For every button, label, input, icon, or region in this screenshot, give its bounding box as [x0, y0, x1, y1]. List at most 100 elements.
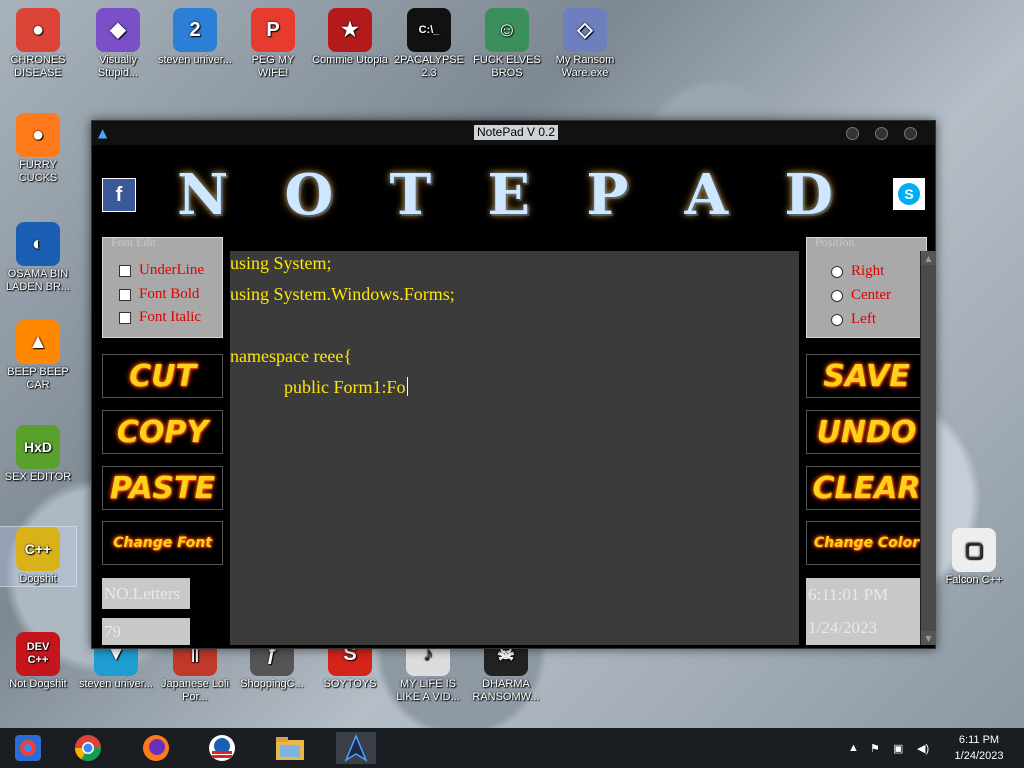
desktop-icon-image: ☺: [485, 8, 529, 52]
right-radio[interactable]: Right: [831, 263, 884, 280]
notepad-window: ▲ NotePad V 0.2 f N O T E P A D S Font E…: [91, 120, 936, 649]
desktop-icon-label: PEG MY WIFE!: [251, 54, 295, 79]
desktop-icon-label: SOYTOYS: [323, 678, 377, 690]
firefox-taskbar-icon[interactable]: [136, 732, 176, 764]
desktop-icon-label: steven univer...: [158, 54, 232, 66]
change-font-button[interactable]: Change Font: [102, 521, 223, 565]
italic-checkbox[interactable]: Font Italic: [119, 309, 201, 326]
start-button[interactable]: [8, 732, 48, 764]
change-color-button[interactable]: Change Color: [806, 521, 927, 565]
banner-letter: O: [284, 162, 336, 228]
desktop-icon[interactable]: DEV C++ Not Dogshit: [0, 632, 76, 691]
scroll-up-icon[interactable]: ▲: [921, 251, 936, 265]
taskbar-time: 6:11 PM: [958, 734, 1000, 746]
desktop-icon-image: ▲: [16, 320, 60, 364]
desktop-icon[interactable]: ◐ OSAMA BIN LADEN BR...: [0, 222, 76, 294]
banner-letter: N: [177, 162, 231, 228]
editor-line: namespace reee{: [230, 346, 353, 366]
title-bar[interactable]: ▲ NotePad V 0.2: [92, 121, 935, 145]
desktop-icon[interactable]: ● FURRY CUCKS: [0, 113, 76, 185]
maximize-button[interactable]: [875, 127, 888, 140]
text-editor[interactable]: using System; using System.Windows.Forms…: [230, 251, 936, 645]
app-icon: ▲: [98, 126, 108, 140]
desktop-icon-image: C:\_: [407, 8, 451, 52]
desktop-icon[interactable]: ● CHRONES DISEASE: [0, 8, 76, 80]
banner-letter: A: [684, 162, 731, 228]
underline-checkbox[interactable]: UnderLine: [119, 262, 204, 279]
editor-scrollbar[interactable]: ▲ ▼: [920, 251, 936, 645]
bold-checkbox[interactable]: Font Bold: [119, 286, 199, 303]
desktop-icon[interactable]: C:\_ 2PACALYPSE 2.3: [391, 8, 467, 80]
desktop-icon[interactable]: P PEG MY WIFE!: [235, 8, 311, 80]
desktop-icon-label: FURRY CUCKS: [18, 159, 58, 184]
time-display: 6:11:01 PM: [806, 578, 925, 611]
close-button[interactable]: [904, 127, 917, 140]
notepad-taskbar-icon[interactable]: [336, 732, 376, 764]
position-legend: Position: [815, 235, 855, 249]
desktop-icon[interactable]: ▢ Falcon C++: [936, 528, 1012, 587]
desktop-icon-label: Commie Utopia: [312, 54, 388, 66]
skype-icon[interactable]: S: [893, 178, 925, 210]
desktop-icon-label: Not Dogshit: [9, 678, 67, 690]
desktop-icon-label: Falcon C++: [945, 574, 1003, 586]
editor-line: using System.Windows.Forms;: [230, 284, 455, 304]
cut-button[interactable]: CUT: [102, 354, 223, 398]
desktop-icon-label: steven univer...: [79, 678, 153, 690]
desktop-icon[interactable]: ◇ My Ransom Ware.exe: [547, 8, 623, 80]
banner-letter: E: [487, 162, 533, 228]
banner-letter: D: [784, 162, 835, 228]
editor-line: using System;: [230, 253, 332, 273]
desktop-icon-image: ●: [16, 8, 60, 52]
obama-taskbar-icon[interactable]: [202, 732, 242, 764]
desktop-icon-label: FUCK ELVES BROS: [473, 54, 541, 79]
network-icon[interactable]: ▣: [893, 728, 903, 768]
font-edit-group: Font Edit UnderLine Font Bold Font Itali…: [102, 235, 223, 338]
taskbar-date: 1/24/2023: [954, 750, 1004, 762]
clear-button[interactable]: CLEAR: [806, 466, 927, 510]
desktop-icon-image: DEV C++: [16, 632, 60, 676]
desktop-icon-image: 2: [173, 8, 217, 52]
editor-line-caret: public Form1:Fo: [230, 377, 408, 397]
save-button[interactable]: SAVE: [806, 354, 927, 398]
desktop-icon-label: Dogshit: [19, 573, 57, 585]
chrome-taskbar-icon[interactable]: [68, 732, 108, 764]
desktop-icon[interactable]: HxD SEX EDITOR: [0, 425, 76, 484]
desktop-icon-image: P: [251, 8, 295, 52]
desktop-icon-image: ◇: [563, 8, 607, 52]
desktop-icon[interactable]: C++ Dogshit: [0, 526, 77, 587]
volume-icon[interactable]: ◀): [917, 728, 929, 768]
desktop-icon[interactable]: ▲ BEEP BEEP CAR: [0, 320, 76, 392]
left-radio[interactable]: Left: [831, 311, 876, 328]
letters-count: 79: [102, 618, 190, 645]
paste-button[interactable]: PASTE: [102, 466, 223, 510]
desktop-icon-label: 2PACALYPSE 2.3: [394, 54, 464, 79]
desktop-icon-label: Visually Stupid...: [97, 54, 139, 79]
copy-button[interactable]: COPY: [102, 410, 223, 454]
flag-icon[interactable]: ⚑: [870, 728, 880, 768]
facebook-icon[interactable]: f: [102, 178, 136, 212]
desktop-icon-image: HxD: [16, 425, 60, 469]
desktop-icon-label: ShoppingC...: [240, 678, 304, 690]
taskbar-clock[interactable]: 6:11 PM 1/24/2023: [944, 732, 1014, 764]
desktop-icon[interactable]: ◆ Visually Stupid...: [80, 8, 156, 80]
center-radio[interactable]: Center: [831, 287, 891, 304]
show-hidden-icons[interactable]: ▲: [848, 728, 859, 768]
text-caret: [406, 377, 408, 396]
desktop-icon-label: SEX EDITOR: [4, 471, 72, 483]
desktop-icon[interactable]: ★ Commie Utopia: [312, 8, 388, 67]
letters-label: NO.Letters: [102, 578, 190, 609]
file-explorer-icon[interactable]: [270, 732, 310, 764]
desktop-icon[interactable]: ☺ FUCK ELVES BROS: [469, 8, 545, 80]
desktop-icon[interactable]: 2 steven univer...: [157, 8, 233, 67]
desktop-icon-label: BEEP BEEP CAR: [7, 366, 69, 391]
taskbar: ▲ ⚑ ▣ ◀) 6:11 PM 1/24/2023: [0, 728, 1024, 768]
scroll-down-icon[interactable]: ▼: [921, 631, 936, 645]
desktop-icon-label: My Ransom Ware.exe: [555, 54, 615, 79]
desktop-icon-label: CHRONES DISEASE: [10, 54, 66, 79]
desktop-icon-image: ●: [16, 113, 60, 157]
desktop-icon-label: DHARMA RANSOMW...: [472, 678, 540, 703]
undo-button[interactable]: UNDO: [806, 410, 927, 454]
desktop-icon-image: ◆: [96, 8, 140, 52]
minimize-button[interactable]: [846, 127, 859, 140]
desktop-icon-label: Japanese Loli Por...: [161, 678, 229, 703]
